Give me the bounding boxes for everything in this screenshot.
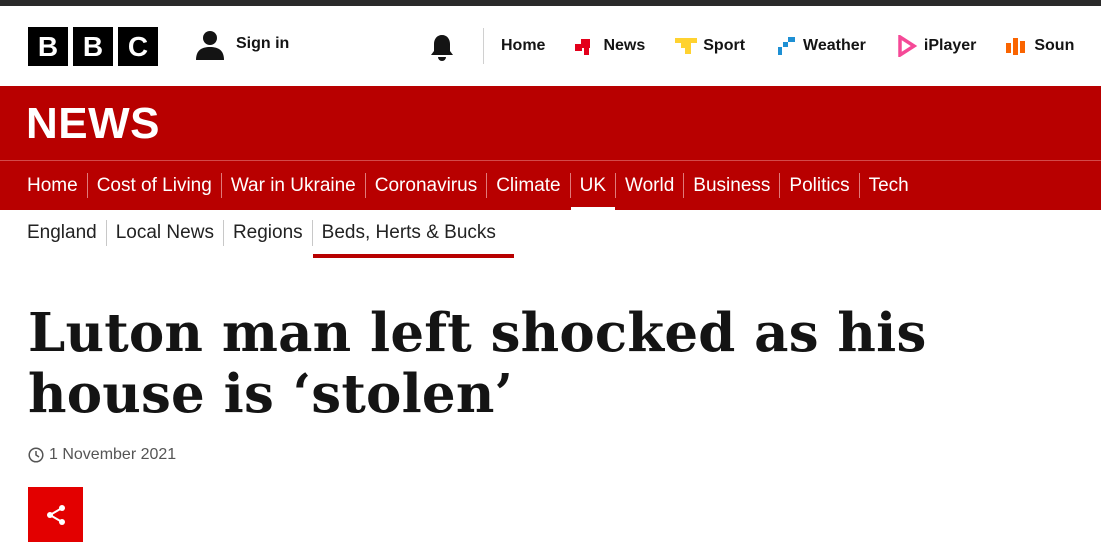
clock-icon — [28, 447, 44, 463]
bell-icon[interactable] — [428, 33, 456, 61]
masthead-nav-iplayer-label: iPlayer — [923, 37, 977, 54]
share-icon — [46, 504, 65, 525]
sounds-icon — [1006, 38, 1026, 55]
masthead-nav-home-label: Home — [501, 37, 546, 54]
masthead-nav-iplayer[interactable]: iPlayer — [896, 35, 976, 57]
logo-letter-c: C — [118, 27, 158, 66]
secondary-nav: England Local News Regions Beds, Herts &… — [0, 210, 1101, 258]
secondary-nav-regions[interactable]: Regions — [222, 220, 312, 246]
news-icon — [575, 39, 591, 55]
primary-nav-business[interactable]: Business — [683, 173, 779, 198]
masthead-nav-sounds-label: Soun — [1034, 37, 1075, 54]
sign-in-link[interactable]: Sign in — [194, 28, 289, 60]
sign-in-label: Sign in — [236, 35, 290, 52]
logo-letter-b1: B — [28, 27, 68, 66]
logo-letter-b2: B — [73, 27, 113, 66]
masthead-nav-news[interactable]: News — [575, 35, 645, 57]
masthead-nav-home[interactable]: Home — [501, 37, 545, 55]
article-date: 1 November 2021 — [28, 446, 176, 464]
primary-nav-home[interactable]: Home — [18, 173, 87, 198]
masthead-divider — [483, 28, 484, 64]
article-headline: Luton man left shocked as his house is ‘… — [28, 302, 927, 425]
masthead-nav-sport-label: Sport — [703, 37, 746, 54]
share-button[interactable] — [28, 487, 83, 542]
news-section-title[interactable]: NEWS — [26, 100, 160, 148]
masthead: B B C Sign in Home News Sport Weather iP… — [0, 6, 1101, 86]
masthead-nav-weather[interactable]: Weather — [775, 35, 866, 57]
masthead-nav-sounds[interactable]: Soun — [1006, 35, 1074, 57]
primary-nav-coronavirus[interactable]: Coronavirus — [364, 173, 486, 198]
primary-nav: Home Cost of Living War in Ukraine Coron… — [0, 160, 1101, 211]
sport-icon — [675, 38, 698, 54]
masthead-nav-sport[interactable]: Sport — [675, 35, 745, 57]
article-date-text: 1 November 2021 — [49, 446, 177, 463]
user-icon — [196, 31, 224, 60]
masthead-nav-weather-label: Weather — [803, 37, 866, 54]
primary-nav-cost-of-living[interactable]: Cost of Living — [86, 173, 221, 198]
primary-nav-tech[interactable]: Tech — [858, 173, 918, 198]
masthead-nav: Home News Sport Weather iPlayer Soun — [501, 35, 1101, 57]
primary-nav-world[interactable]: World — [615, 173, 683, 198]
primary-nav-politics[interactable]: Politics — [779, 173, 858, 198]
iplayer-icon — [898, 35, 918, 57]
primary-nav-uk[interactable]: UK — [569, 173, 616, 211]
secondary-nav-beds-herts-bucks[interactable]: Beds, Herts & Bucks — [311, 220, 515, 258]
secondary-nav-local-news[interactable]: Local News — [105, 220, 223, 246]
masthead-nav-news-label: News — [603, 37, 646, 54]
news-banner: NEWS — [0, 86, 1101, 160]
bbc-logo[interactable]: B B C — [28, 27, 158, 66]
weather-icon — [778, 37, 796, 55]
secondary-nav-england[interactable]: England — [18, 220, 106, 246]
primary-nav-climate[interactable]: Climate — [486, 173, 569, 198]
primary-nav-war-in-ukraine[interactable]: War in Ukraine — [220, 173, 365, 198]
